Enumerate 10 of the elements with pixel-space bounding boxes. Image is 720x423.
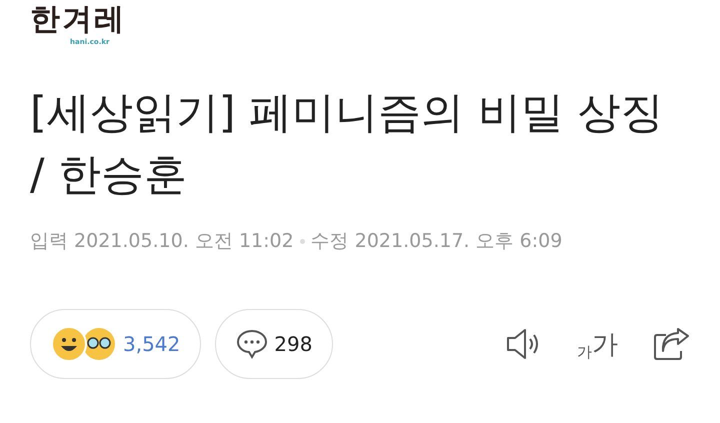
comment-button[interactable]: 298: [215, 309, 334, 379]
speech-bubble-icon: [236, 329, 268, 359]
modified-date: 수정 2021.05.17. 오후 6:09: [310, 229, 562, 254]
published-date: 입력 2021.05.10. 오전 11:02: [30, 229, 294, 254]
reaction-button[interactable]: 3,542: [30, 309, 202, 379]
separator-dot: [300, 238, 305, 244]
share-icon[interactable]: [652, 327, 690, 361]
article-headline: [세상읽기] 페미니즘의 비밀 상징 / 한승훈: [30, 87, 665, 202]
logo-wordmark[interactable]: 한겨레: [30, 2, 126, 38]
emoji-faces-icon: [51, 326, 117, 362]
